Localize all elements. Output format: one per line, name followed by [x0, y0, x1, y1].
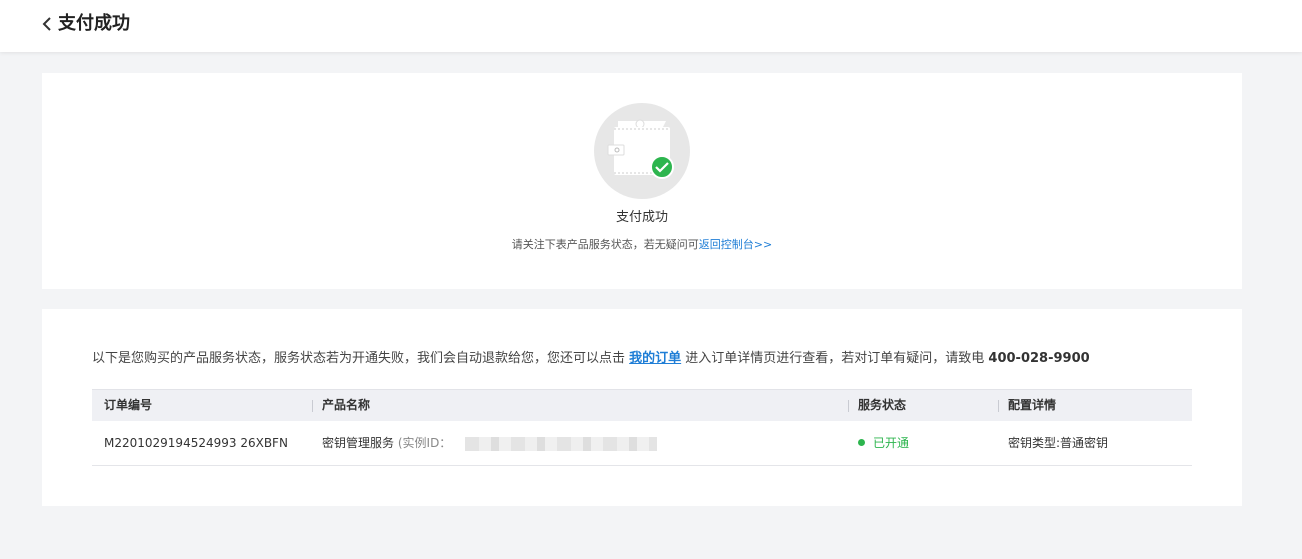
page-title: 支付成功	[58, 13, 130, 34]
back-to-console-link[interactable]: 返回控制台>>	[699, 238, 772, 251]
service-status: 已开通	[873, 436, 910, 450]
service-status-card: 以下是您购买的产品服务状态，服务状态若为开通失败，我们会自动退款给您，您还可以点…	[42, 309, 1242, 506]
service-status-intro: 以下是您购买的产品服务状态，服务状态若为开通失败，我们会自动退款给您，您还可以点…	[92, 349, 1202, 369]
column-divider	[848, 400, 849, 412]
status-dot-icon	[858, 439, 865, 446]
column-divider	[312, 400, 313, 412]
table-header: 订单编号 产品名称 服务状态 配置详情	[92, 389, 1192, 421]
support-phone: 400-028-9900	[988, 351, 1090, 366]
order-table: 订单编号 产品名称 服务状态 配置详情 M2201029194524993 26…	[92, 389, 1192, 466]
order-number: M2201029194524993 26XBFN	[104, 436, 288, 450]
product-cell: 密钥管理服务 (实例ID：	[322, 421, 658, 465]
column-header-config: 配置详情	[1008, 398, 1057, 412]
wallet-check-icon	[594, 103, 690, 199]
config-detail: 密钥类型:普通密钥	[1008, 436, 1109, 450]
success-title: 支付成功	[615, 210, 668, 225]
table-row: M2201029194524993 26XBFN 密钥管理服务 (实例ID： 已…	[92, 421, 1192, 466]
column-divider	[998, 400, 999, 412]
intro-text-prefix: 以下是您购买的产品服务状态，服务状态若为开通失败，我们会自动退款给您，您还可以点…	[92, 351, 630, 366]
instance-id-label: (实例ID：	[397, 436, 452, 450]
redacted-instance-id	[465, 436, 658, 451]
product-name: 密钥管理服务	[322, 436, 395, 450]
payment-result-card: 支付成功 请关注下表产品服务状态，若无疑问可返回控制台>>	[42, 73, 1242, 289]
column-header-product-name: 产品名称	[322, 398, 371, 412]
chevron-left-icon	[42, 17, 51, 31]
intro-text-middle: 进入订单详情页进行查看，若对订单有疑问，请致电	[681, 351, 989, 366]
top-bar: 支付成功	[0, 0, 1302, 52]
service-status-cell: 已开通	[858, 421, 909, 465]
back-button[interactable]	[40, 14, 54, 34]
success-note: 请关注下表产品服务状态，若无疑问可返回控制台>>	[42, 236, 1242, 254]
success-note-text: 请关注下表产品服务状态，若无疑问可	[511, 238, 699, 251]
column-header-order-no: 订单编号	[104, 398, 153, 412]
column-header-service-status: 服务状态	[858, 398, 907, 412]
my-orders-link[interactable]: 我的订单	[629, 351, 681, 366]
